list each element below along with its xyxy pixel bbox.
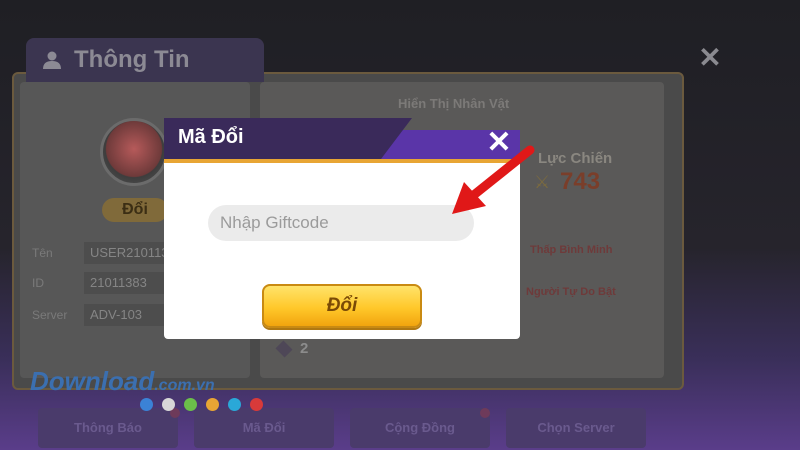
info-key: Tên (32, 246, 53, 260)
choose-server-button[interactable]: Chọn Server (506, 408, 646, 448)
notification-badge (480, 408, 490, 418)
combat-power-label: Lực Chiến (538, 150, 613, 167)
gem-count: 2 (300, 340, 309, 357)
dot (162, 398, 175, 411)
user-icon (43, 51, 61, 69)
avatar (100, 118, 168, 186)
dot (184, 398, 197, 411)
title-line-1: Thấp Bình Minh (530, 244, 613, 256)
change-avatar-button[interactable]: Đổi (102, 198, 168, 222)
watermark: Download.com.vn (30, 366, 215, 397)
watermark-text: Download (30, 366, 155, 396)
watermark-suffix: .com.vn (154, 377, 215, 394)
dialog-title: Mã Đổi (178, 126, 244, 148)
info-key: Server (32, 308, 68, 322)
dot (228, 398, 241, 411)
notice-button[interactable]: Thông Báo (38, 408, 178, 448)
title-line-2: Người Tự Do Bật (526, 286, 616, 298)
red-arrow-icon (452, 145, 535, 214)
combat-power-value: 743 (560, 168, 601, 195)
panel-close-icon[interactable]: ✕ (698, 44, 722, 72)
giftcode-button[interactable]: Mã Đổi (194, 408, 334, 448)
dot (140, 398, 153, 411)
giftcode-input[interactable] (208, 205, 474, 241)
redeem-button[interactable]: Đổi (262, 284, 422, 328)
dot (206, 398, 219, 411)
panel-title: Thông Tin (74, 46, 190, 73)
game-scene: Thông Tin ✕ Đổi Tên USER210113 ID 210113… (0, 0, 800, 450)
info-panel-tab: Thông Tin (26, 38, 264, 82)
info-key: ID (32, 276, 44, 290)
community-button[interactable]: Cộng Đồng (350, 408, 490, 448)
display-character-label: Hiển Thị Nhân Vật (398, 96, 510, 111)
dot (250, 398, 263, 411)
